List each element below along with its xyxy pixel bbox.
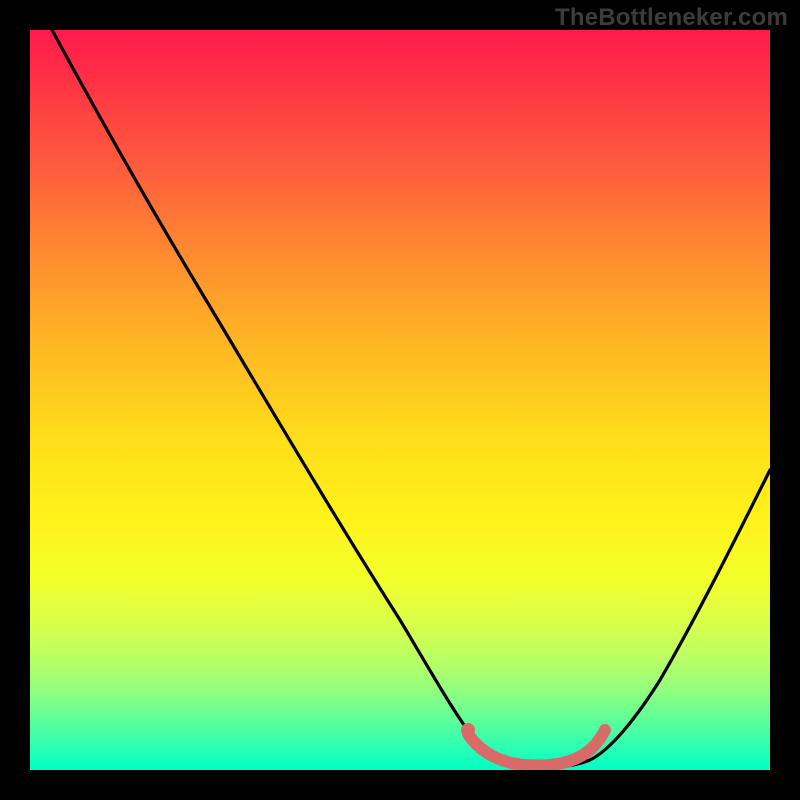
- chart-frame: TheBottleneker.com: [0, 0, 800, 800]
- watermark-text: TheBottleneker.com: [555, 4, 788, 32]
- optimal-band-path: [468, 730, 605, 766]
- chart-svg: [30, 30, 770, 770]
- bottleneck-curve-path: [52, 30, 770, 768]
- plot-area: [30, 30, 770, 770]
- marker-dot: [461, 723, 475, 737]
